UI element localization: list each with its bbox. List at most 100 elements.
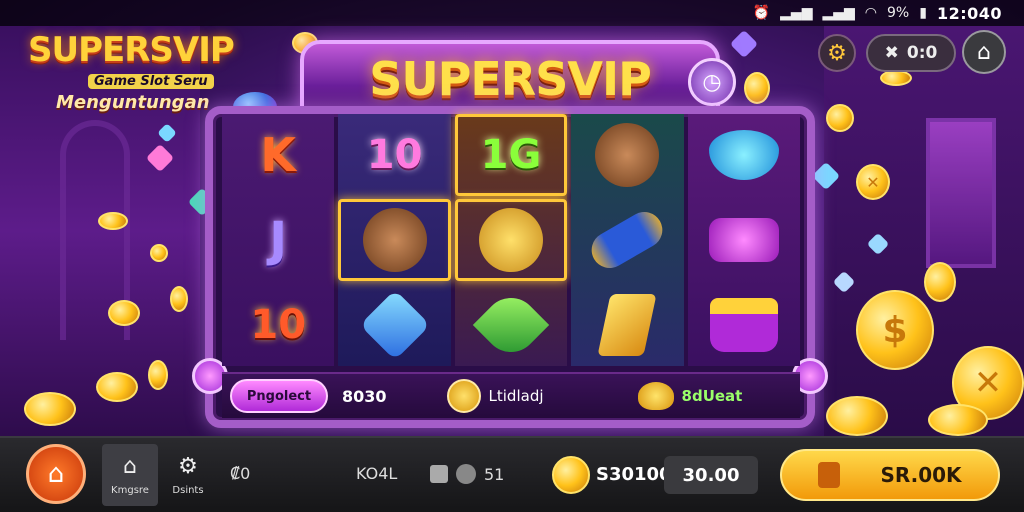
coin-icon <box>552 456 590 494</box>
reel-column <box>687 114 800 366</box>
bottom-text-2: KO4L <box>356 464 398 483</box>
scroll-icon <box>585 205 670 275</box>
reel-cell <box>571 114 683 196</box>
reel-cell <box>688 199 800 281</box>
tab-home-label: Kmgsre <box>111 485 149 496</box>
reel-cell: K <box>222 114 334 196</box>
coin-icon <box>826 396 888 436</box>
reel-cell <box>338 199 451 281</box>
gold-gem-icon <box>597 294 657 356</box>
tab-home[interactable]: ⌂ Kmgsre <box>102 444 158 506</box>
symbol-text: J <box>269 212 288 268</box>
gold-gem-icon <box>637 382 674 410</box>
reel-cell <box>455 284 567 366</box>
reel-cell <box>688 114 800 196</box>
coin-icon <box>446 379 481 413</box>
info-label-2: 8dUeat <box>681 387 743 405</box>
battery-percent: 9% <box>887 5 910 21</box>
signal-icon: ▂▄▆ <box>780 5 813 21</box>
bet-amount[interactable]: 30.00 <box>664 456 758 494</box>
coin-icon <box>148 360 168 390</box>
symbol-text: 1G <box>480 132 542 178</box>
coin-icon <box>150 244 168 262</box>
coin-icon <box>744 72 770 104</box>
coin-icon <box>924 262 956 302</box>
symbol-text: 10 <box>250 302 307 348</box>
status-bar: ⏰ ▂▄▆ ▂▄▆ ◠ 9% ▮ 12:040 <box>0 0 1024 26</box>
home-button-bottom[interactable]: ⌂ <box>26 444 86 504</box>
gem-icon <box>729 29 759 59</box>
house-icon: ⌂ <box>123 454 137 479</box>
reel-cell <box>338 284 450 366</box>
reel-cell <box>571 284 683 366</box>
coin-icon <box>928 404 988 436</box>
coin-icon <box>170 286 188 312</box>
gear-icon: ⚙ <box>178 454 198 479</box>
reel-cell <box>688 284 800 366</box>
signal-icon: ▂▄▆ <box>822 5 855 21</box>
gear-icon: ⚙ <box>827 40 847 66</box>
reel-cell: 1G <box>454 114 568 196</box>
reel-cell <box>571 199 683 281</box>
blue-shield-icon <box>708 130 779 180</box>
coin-icon <box>98 212 128 230</box>
spin-label: SR.00K <box>880 463 962 487</box>
logo-title: SUPERSVIP <box>28 30 235 70</box>
cross-icon: ✖ <box>884 43 899 63</box>
symbol-text: 10 <box>366 132 423 178</box>
clock: 12:040 <box>936 3 1002 23</box>
info-label: Ltidladj <box>488 387 544 405</box>
house-icon: ⌂ <box>47 459 65 489</box>
clock-badge-icon: ◷ <box>688 58 736 106</box>
card-icon <box>818 462 841 488</box>
symbol-text: K <box>260 128 297 182</box>
coins-icon <box>478 208 543 272</box>
charm-icon <box>708 218 779 262</box>
timer-pill[interactable]: ✖ 0:0 <box>866 34 956 72</box>
balance-value: S30100 <box>596 464 672 485</box>
tab-settings-label: Dsints <box>172 485 204 496</box>
treasure-chest-icon <box>709 298 778 352</box>
reel-column: K J 10 <box>222 114 335 366</box>
reel-column <box>571 114 684 366</box>
reel-column: 10 <box>338 114 451 366</box>
spin-button[interactable]: SR.00K <box>780 449 1000 501</box>
info-value: 8030 <box>342 386 387 406</box>
square-icon <box>430 465 448 483</box>
reel-grid[interactable]: K J 10 10 1G <box>222 114 800 366</box>
coin-icon <box>108 300 140 326</box>
coin-icon <box>826 104 854 132</box>
reel-cell: 10 <box>338 114 450 196</box>
logo-subtitle: Game Slot Seru <box>88 74 214 89</box>
alarm-icon: ⏰ <box>752 5 771 21</box>
blue-gem-icon <box>359 289 430 361</box>
reel-cell: 10 <box>222 284 334 366</box>
coin-icon <box>24 392 76 426</box>
home-button[interactable]: ⌂ <box>962 30 1006 74</box>
coin-icon: $ <box>856 290 934 370</box>
settings-button[interactable]: ⚙ <box>818 34 856 72</box>
reel-cell: J <box>222 199 334 281</box>
timer-value: 0:0 <box>906 43 938 63</box>
bottom-indicators: 51 <box>430 464 504 484</box>
coin-icon <box>880 70 912 86</box>
battery-icon: ▮ <box>919 5 927 21</box>
house-icon: ⌂ <box>977 39 991 65</box>
green-gem-icon <box>472 286 550 364</box>
logo-tagline: Menguntungan <box>56 92 210 113</box>
bottom-text-1: ₡0 <box>230 464 251 483</box>
coin-icon <box>96 372 138 402</box>
background-window <box>926 118 996 268</box>
circle-icon <box>456 464 476 484</box>
warrior-icon <box>362 208 427 272</box>
reel-column: 1G <box>454 114 568 366</box>
reel-cell <box>454 199 568 281</box>
banner-title: SUPERSVIP <box>369 52 652 106</box>
info-bar: Pngolect 8030 Ltidladj 8dUeat <box>222 372 800 418</box>
bottom-text-3: 51 <box>484 464 505 484</box>
wifi-icon: ◠ <box>864 5 877 21</box>
tab-settings[interactable]: ⚙ Dsints <box>160 444 216 506</box>
info-button[interactable]: Pngolect <box>230 379 328 413</box>
warrior-icon <box>595 123 660 187</box>
coin-icon: ✕ <box>856 164 890 200</box>
